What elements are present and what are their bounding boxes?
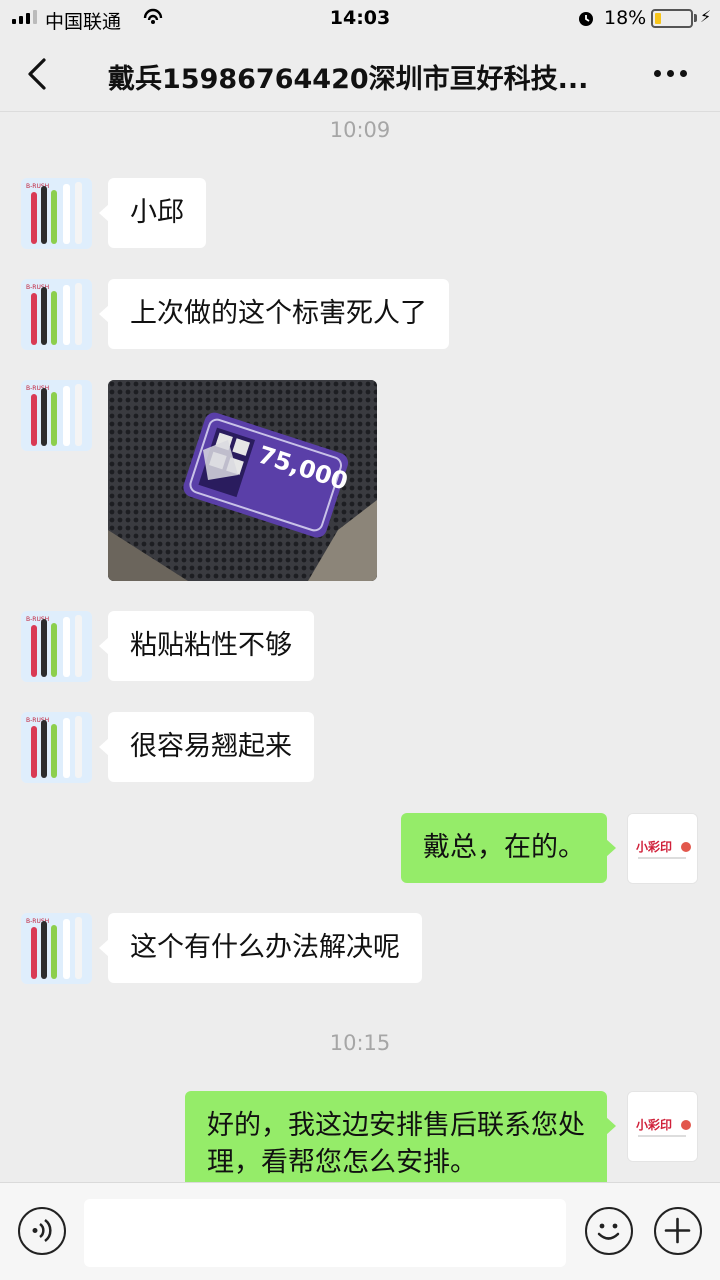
alarm-icon [579,12,593,26]
contact-avatar[interactable]: B-RUSH [21,279,92,350]
image-message[interactable]: 75,000 [108,380,377,581]
incoming-message[interactable]: 这个有什么办法解决呢 [99,913,422,983]
chat-header: 戴兵15986764420深圳市亘好科技... [0,36,720,112]
brand-logo-text: 小彩印 [636,839,672,854]
timestamp: 10:09 [329,118,391,142]
incoming-message[interactable]: 粘贴粘性不够 [99,611,314,681]
more-dots-icon[interactable] [654,70,687,77]
status-bar: 中国联通 14:03 18% ⚡ [0,0,720,36]
battery-percentage: 18% [604,7,647,29]
voice-icon[interactable] [18,1207,66,1255]
outgoing-message[interactable]: 戴总，在的。 [401,813,616,883]
incoming-message[interactable]: 上次做的这个标害死人了 [99,279,449,349]
chat-title[interactable]: 戴兵15986764420深圳市亘好科技... [108,57,608,96]
emoji-icon[interactable] [585,1207,633,1255]
contact-avatar[interactable]: B-RUSH [21,611,92,682]
contact-avatar[interactable]: B-RUSH [21,913,92,984]
outgoing-message[interactable]: 好的，我这边安排售后联系您处 理，看帮您怎么安排。 [185,1091,616,1195]
message-line: 好的，我这边安排售后联系您处 [207,1110,585,1141]
message-line: 理，看帮您怎么安排。 [207,1147,477,1178]
battery-tip [694,14,697,22]
charging-icon: ⚡ [700,7,712,26]
incoming-message[interactable]: 小邱 [99,178,206,248]
plus-icon[interactable] [654,1207,702,1255]
battery-level [655,13,661,24]
message-input[interactable] [84,1199,566,1267]
input-bar [0,1182,720,1280]
chevron-left-icon[interactable] [24,56,54,92]
contact-avatar[interactable]: B-RUSH [21,380,92,451]
incoming-message[interactable]: 很容易翘起来 [99,712,314,782]
self-avatar[interactable]: 小彩印 [627,813,698,884]
svg-text:小彩印: 小彩印 [636,1117,672,1132]
contact-avatar[interactable]: B-RUSH [21,178,92,249]
timestamp: 10:15 [329,1031,391,1055]
contact-avatar[interactable]: B-RUSH [21,712,92,783]
battery-icon [651,9,693,28]
self-avatar[interactable]: 小彩印 [627,1091,698,1162]
